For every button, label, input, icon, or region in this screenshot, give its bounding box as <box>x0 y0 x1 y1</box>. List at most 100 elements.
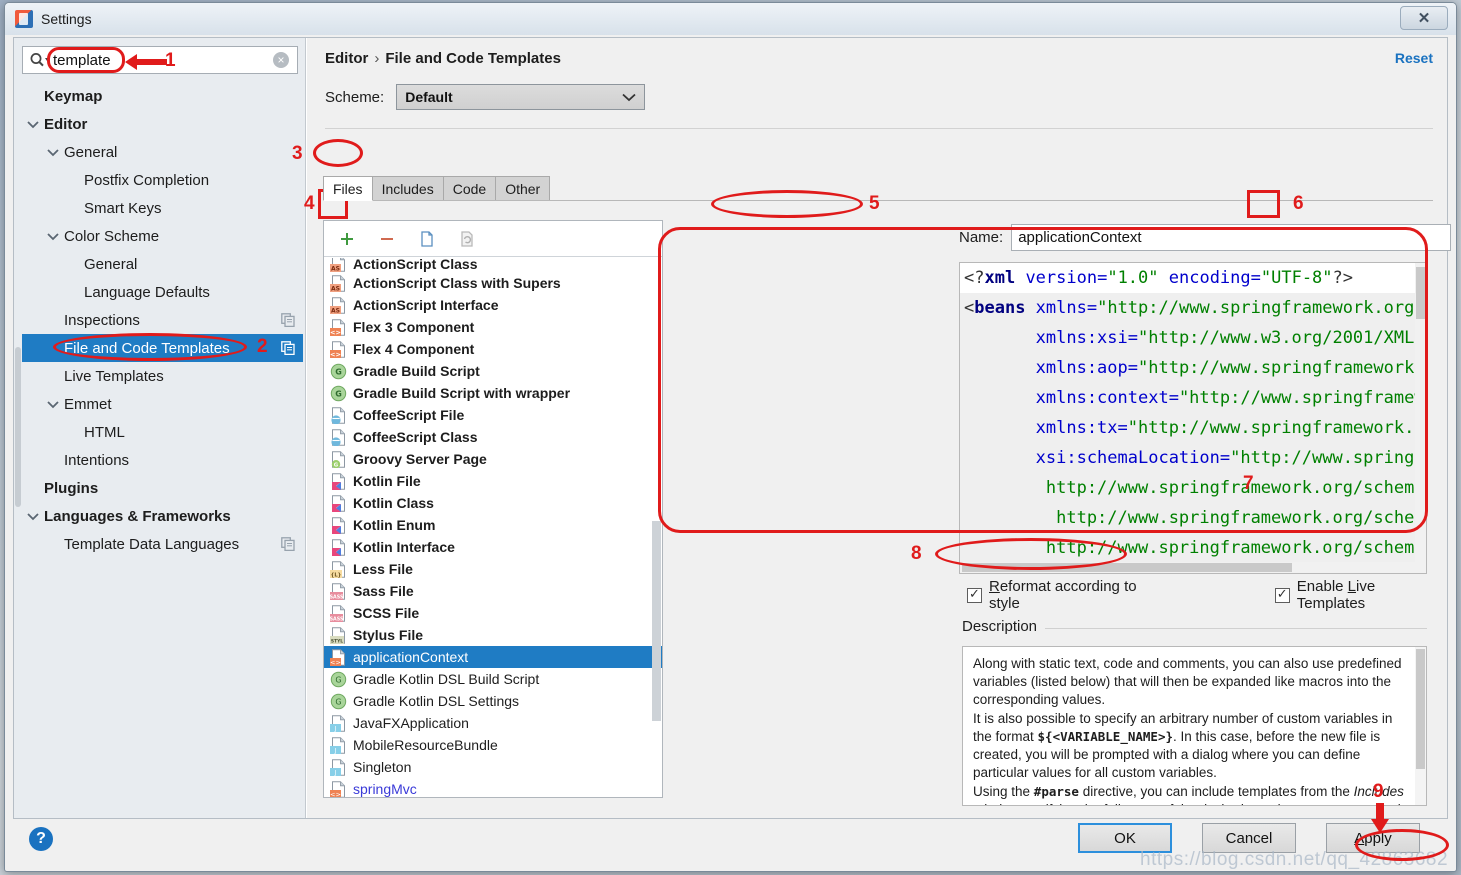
search-input[interactable] <box>49 51 273 69</box>
code-line[interactable]: <beans xmlns="http://www.springframework… <box>960 293 1426 323</box>
code-line[interactable]: xmlns:aop="http://www.springframework.or… <box>960 353 1426 383</box>
list-item[interactable]: {L} Less File <box>324 558 662 580</box>
list-item[interactable]: G Gradle Build Script with wrapper <box>324 382 662 404</box>
code-token: "http://www.springframework.org/schema/b… <box>1097 298 1427 318</box>
sidebar-item-editor[interactable]: Editor <box>22 110 303 138</box>
code-line[interactable]: xsi:schemaLocation="http://www.springfra… <box>960 443 1426 473</box>
sidebar-item-color-scheme[interactable]: Color Scheme <box>22 222 303 250</box>
sidebar-item-template-data-languages[interactable]: Template Data Languages <box>22 530 303 558</box>
help-button[interactable]: ? <box>29 827 53 851</box>
list-item[interactable]: G Gradle Kotlin DSL Settings <box>324 690 662 712</box>
sidebar-scrollbar-thumb[interactable] <box>15 347 21 507</box>
description-paragraph-2: It is also possible to specify an arbitr… <box>973 710 1414 783</box>
code-line[interactable]: <?xml version="1.0" encoding="UTF-8"?> <box>960 263 1426 293</box>
chevron-down-icon[interactable] <box>46 397 60 411</box>
sidebar-item-file-and-code-templates[interactable]: File and Code Templates <box>22 334 303 362</box>
sidebar-item-general[interactable]: General <box>22 138 303 166</box>
breadcrumb-root[interactable]: Editor <box>325 50 368 67</box>
list-item[interactable]: J JavaFXApplication <box>324 712 662 734</box>
sidebar-item-languages-frameworks[interactable]: Languages & Frameworks <box>22 502 303 530</box>
code-token: "http://www.springframework.org/schema/a… <box>1138 358 1426 378</box>
list-item[interactable]: CoffeeScript File <box>324 404 662 426</box>
java-file-icon: J <box>330 714 347 732</box>
list-item-label: CoffeeScript Class <box>353 429 478 445</box>
list-item[interactable]: SASS SCSS File <box>324 602 662 624</box>
sidebar-item-language-defaults[interactable]: Language Defaults <box>22 278 303 306</box>
code-line[interactable]: http://www.springframework.org/schema/be… <box>960 473 1426 503</box>
sidebar-item-smart-keys[interactable]: Smart Keys <box>22 194 303 222</box>
sidebar-item-emmet[interactable]: Emmet <box>22 390 303 418</box>
description-paragraph-3: Using the #parse directive, you can incl… <box>973 783 1414 805</box>
list-item[interactable]: AS ActionScript Class <box>324 258 662 272</box>
code-line[interactable]: xmlns:tx="http://www.springframework.org… <box>960 413 1426 443</box>
chevron-down-icon[interactable] <box>46 145 60 159</box>
code-line[interactable]: xmlns:context="http://www.springframewor… <box>960 383 1426 413</box>
sidebar-item-general[interactable]: General <box>22 250 303 278</box>
search-box[interactable]: × <box>22 46 298 74</box>
tab-code[interactable]: Code <box>442 176 497 201</box>
chevron-down-icon[interactable] <box>26 509 40 523</box>
editor-vscroll-thumb[interactable] <box>1416 267 1425 319</box>
sidebar-item-postfix-completion[interactable]: Postfix Completion <box>22 166 303 194</box>
sidebar-item-inspections[interactable]: Inspections <box>22 306 303 334</box>
tab-other[interactable]: Other <box>495 176 551 201</box>
sidebar-scrollbar[interactable] <box>14 82 21 816</box>
sidebar-item-keymap[interactable]: Keymap <box>22 82 303 110</box>
add-template-button[interactable] <box>336 228 358 250</box>
list-item[interactable]: J Singleton <box>324 756 662 778</box>
list-item[interactable]: <> applicationContext <box>324 646 662 668</box>
sidebar-item-intentions[interactable]: Intentions <box>22 446 303 474</box>
code-line[interactable]: xmlns:xsi="http://www.w3.org/2001/XMLSch… <box>960 323 1426 353</box>
reformat-checkbox[interactable]: Reformat according to style <box>967 578 1171 612</box>
list-item[interactable]: AS ActionScript Class with Supers <box>324 272 662 294</box>
tab-files[interactable]: Files <box>323 176 373 201</box>
list-item[interactable]: G Gradle Kotlin DSL Build Script <box>324 668 662 690</box>
list-item[interactable]: <> Flex 3 Component <box>324 316 662 338</box>
description-scrollbar-thumb[interactable] <box>1416 649 1425 769</box>
search-icon[interactable] <box>29 51 49 69</box>
tab-includes[interactable]: Includes <box>371 176 444 201</box>
template-code-content[interactable]: <?xml version="1.0" encoding="UTF-8"?> <b… <box>960 263 1426 563</box>
reset-template-button[interactable] <box>456 228 478 250</box>
editor-vertical-scrollbar[interactable] <box>1415 263 1426 573</box>
list-item[interactable]: STYL Stylus File <box>324 624 662 646</box>
sidebar-item-plugins[interactable]: Plugins <box>22 474 303 502</box>
list-item[interactable]: G Gradle Build Script <box>324 360 662 382</box>
list-item[interactable]: Kotlin Class <box>324 492 662 514</box>
chevron-down-icon[interactable] <box>26 117 40 131</box>
list-item[interactable]: <> springMvc <box>324 778 662 797</box>
remove-template-button[interactable] <box>376 228 398 250</box>
copy-settings-icon[interactable] <box>281 537 295 552</box>
copy-settings-icon[interactable] <box>281 313 295 328</box>
list-item[interactable]: Kotlin Interface <box>324 536 662 558</box>
enable-live-templates-checkbox[interactable]: Enable Live Templates <box>1274 578 1447 612</box>
reset-link[interactable]: Reset <box>1395 50 1433 66</box>
name-input[interactable]: applicationContext <box>1011 224 1452 251</box>
list-item[interactable]: Kotlin File <box>324 470 662 492</box>
description-box: Along with static text, code and comment… <box>962 646 1427 806</box>
close-icon[interactable]: ✕ <box>1400 6 1448 30</box>
scheme-select[interactable]: Default <box>396 84 646 110</box>
clear-search-icon[interactable]: × <box>273 52 289 68</box>
sidebar-item-html[interactable]: HTML <box>22 418 303 446</box>
copy-settings-icon[interactable] <box>281 341 295 356</box>
sidebar-item-live-templates[interactable]: Live Templates <box>22 362 303 390</box>
chevron-down-icon[interactable] <box>46 229 60 243</box>
desc-p2-code: ${<VARIABLE_NAME>} <box>1037 728 1173 744</box>
list-item[interactable]: AS ActionScript Interface <box>324 294 662 316</box>
list-item[interactable]: <> Flex 4 Component <box>324 338 662 360</box>
code-line[interactable]: http://www.springframework.org/schema/ao… <box>960 503 1426 533</box>
template-code-editor[interactable]: <?xml version="1.0" encoding="UTF-8"?> <b… <box>959 262 1427 574</box>
desc-p3-em: Includes <box>1353 783 1404 799</box>
list-item[interactable]: Kotlin Enum <box>324 514 662 536</box>
copy-template-button[interactable] <box>416 228 438 250</box>
editor-hscroll-thumb[interactable] <box>962 563 1292 572</box>
list-item[interactable]: J MobileResourceBundle <box>324 734 662 756</box>
editor-horizontal-scrollbar[interactable] <box>960 562 1415 573</box>
description-scrollbar[interactable] <box>1415 647 1426 805</box>
list-item[interactable]: CoffeeScript Class <box>324 426 662 448</box>
template-list-scrollbar-thumb[interactable] <box>652 521 661 721</box>
list-item[interactable]: G Groovy Server Page <box>324 448 662 470</box>
list-item[interactable]: SASS Sass File <box>324 580 662 602</box>
code-line[interactable]: http://www.springframework.org/schema/ao… <box>960 533 1426 563</box>
